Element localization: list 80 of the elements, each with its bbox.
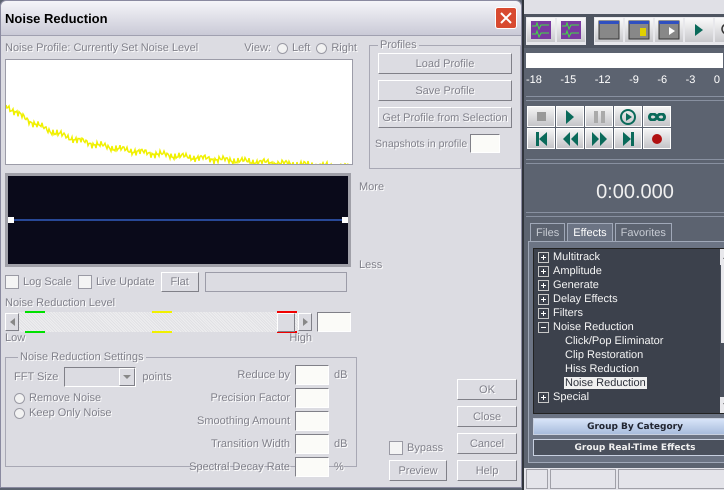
transport-button[interactable]: [527, 128, 555, 149]
setting-label: Smoothing Amount: [197, 415, 290, 427]
transport-button[interactable]: [643, 128, 671, 149]
setting-label: Spectral Decay Rate: [189, 461, 290, 473]
tree-item[interactable]: Multitrack: [552, 251, 602, 263]
profiles-title: Profiles: [379, 39, 418, 51]
unit-label: %: [334, 461, 344, 473]
meter-tick-label: -12: [594, 74, 611, 86]
tree-item[interactable]: Noise Reduction: [552, 321, 635, 333]
loop-icon: [648, 112, 666, 120]
right-arrow-icon: [302, 318, 308, 326]
setting-label: Transition Width: [210, 438, 290, 450]
play-icon: [566, 110, 574, 124]
meter-tick-label: -15: [560, 74, 576, 86]
left-arrow-icon: [10, 318, 14, 326]
time-display: 0:00.000: [595, 181, 675, 204]
tree-item[interactable]: Click/Pop Eliminator: [564, 335, 664, 347]
setting-label: Precision Factor: [210, 392, 290, 404]
expand-icon[interactable]: [538, 280, 549, 290]
rewind-icon: [562, 132, 578, 146]
pause-icon: [594, 110, 604, 122]
panel-tab[interactable]: Favorites: [614, 223, 672, 241]
high-label: High: [289, 333, 312, 345]
setting-label: Reduce by: [237, 369, 290, 381]
toolbar-icon[interactable]: [655, 18, 683, 42]
transport-button[interactable]: [614, 128, 642, 149]
expand-icon[interactable]: [538, 266, 549, 276]
tree-item[interactable]: Special: [552, 391, 590, 403]
toolbar-icon[interactable]: [625, 18, 653, 42]
fast-forward-icon: [592, 132, 606, 146]
tree-item[interactable]: Amplitude: [552, 265, 603, 277]
meter-tick-label: -9: [629, 74, 639, 86]
low-label: Low: [5, 333, 26, 345]
unit-label: dB: [334, 369, 348, 381]
meter-tick-label: -3: [686, 74, 696, 86]
profile-label: Noise Profile: Currently Set Noise Level: [5, 42, 198, 54]
window-title: Noise Reduction: [5, 10, 108, 26]
meter-tick-label: 0: [714, 74, 720, 86]
skip-forward-icon: [622, 132, 634, 146]
panel-tab[interactable]: Effects: [567, 223, 613, 241]
more-label: More: [359, 181, 386, 195]
group-button[interactable]: Group Real-Time Effects: [533, 439, 724, 456]
view-label: View:: [244, 42, 271, 54]
expand-icon[interactable]: [538, 392, 549, 402]
tree-item[interactable]: Noise Reduction: [564, 377, 647, 389]
expand-icon[interactable]: [538, 308, 549, 318]
meter-tick-label: -6: [657, 74, 668, 86]
record-icon: [652, 134, 662, 144]
play-circle-icon: [620, 108, 636, 124]
unit-label: dB: [334, 438, 348, 450]
tree-item[interactable]: Filters: [552, 307, 584, 319]
level-label: Noise Reduction Level: [5, 297, 116, 309]
caret-icon: [123, 375, 132, 379]
toolbar-icon[interactable]: [557, 18, 585, 42]
expand-icon[interactable]: [538, 252, 549, 262]
toolbar-icon[interactable]: [595, 18, 623, 42]
transport-button[interactable]: [585, 128, 613, 149]
settings-title: Noise Reduction Settings: [19, 351, 145, 363]
fft-unit-label: points: [142, 371, 172, 383]
tree-item[interactable]: Clip Restoration: [564, 349, 644, 361]
tree-item[interactable]: Generate: [552, 279, 600, 291]
close-icon: [500, 12, 512, 24]
panel-tab[interactable]: Files: [530, 223, 566, 241]
group-button[interactable]: Group By Category: [533, 418, 724, 435]
fft-size-label: FFT Size: [14, 371, 58, 383]
transport-button[interactable]: [556, 128, 584, 149]
transport-button[interactable]: [614, 106, 642, 127]
tree-item[interactable]: Delay Effects: [552, 293, 619, 305]
skip-back-icon: [536, 132, 546, 146]
meter-tick-label: -18: [526, 74, 542, 86]
collapse-icon[interactable]: [538, 322, 549, 332]
transport-button[interactable]: [556, 106, 584, 127]
expand-icon[interactable]: [538, 294, 549, 304]
transport-button[interactable]: [643, 106, 671, 127]
tree-item[interactable]: Hiss Reduction: [564, 363, 640, 375]
snapshots-label: Snapshots in profile: [375, 138, 468, 150]
less-label: Less: [359, 259, 384, 271]
toolbar-icon[interactable]: [685, 18, 713, 42]
toolbar-icon[interactable]: [527, 18, 555, 42]
stop-icon: [536, 112, 546, 121]
